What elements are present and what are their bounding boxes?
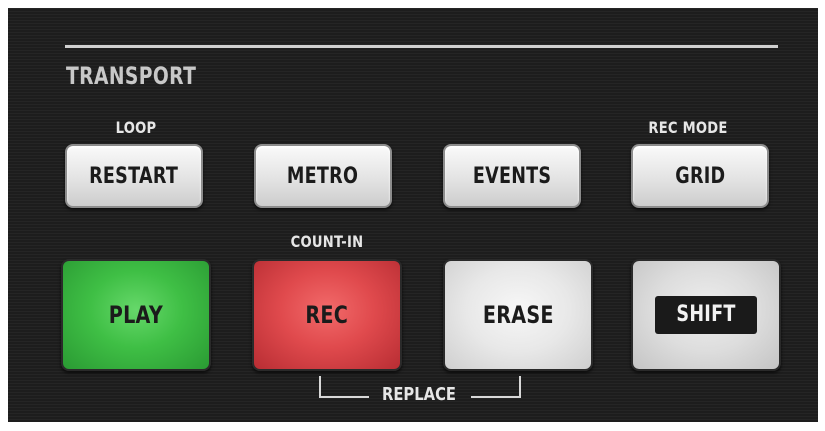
rec-button-label: REC — [305, 301, 349, 329]
metro-button-label: METRO — [287, 163, 359, 189]
metro-button[interactable]: METRO — [254, 144, 392, 208]
count-in-label: COUNT-IN — [290, 232, 364, 251]
grid-button[interactable]: GRID — [631, 144, 769, 208]
bracket-left-vertical — [319, 376, 321, 398]
shift-button[interactable]: SHIFT — [631, 259, 781, 371]
events-button-label: EVENTS — [472, 163, 552, 189]
play-button[interactable]: PLAY — [61, 259, 211, 371]
rec-button[interactable]: REC — [252, 259, 402, 371]
section-divider — [65, 45, 778, 48]
bracket-left-horizontal — [319, 396, 369, 398]
shift-label-box: SHIFT — [655, 296, 757, 334]
transport-panel: TRANSPORT LOOP REC MODE RESTART METRO EV… — [8, 8, 818, 422]
rec-mode-label: REC MODE — [648, 118, 728, 137]
erase-button[interactable]: ERASE — [443, 259, 593, 371]
loop-label: LOOP — [115, 118, 157, 137]
play-button-label: PLAY — [108, 301, 164, 329]
events-button[interactable]: EVENTS — [443, 144, 581, 208]
shift-button-label: SHIFT — [676, 302, 736, 327]
bracket-right-vertical — [519, 376, 521, 398]
restart-button[interactable]: RESTART — [65, 144, 203, 208]
restart-button-label: RESTART — [89, 163, 179, 189]
replace-label: REPLACE — [381, 384, 457, 405]
bracket-right-horizontal — [471, 396, 521, 398]
erase-button-label: ERASE — [482, 301, 554, 329]
grid-button-label: GRID — [674, 163, 726, 189]
section-title: TRANSPORT — [66, 62, 197, 90]
